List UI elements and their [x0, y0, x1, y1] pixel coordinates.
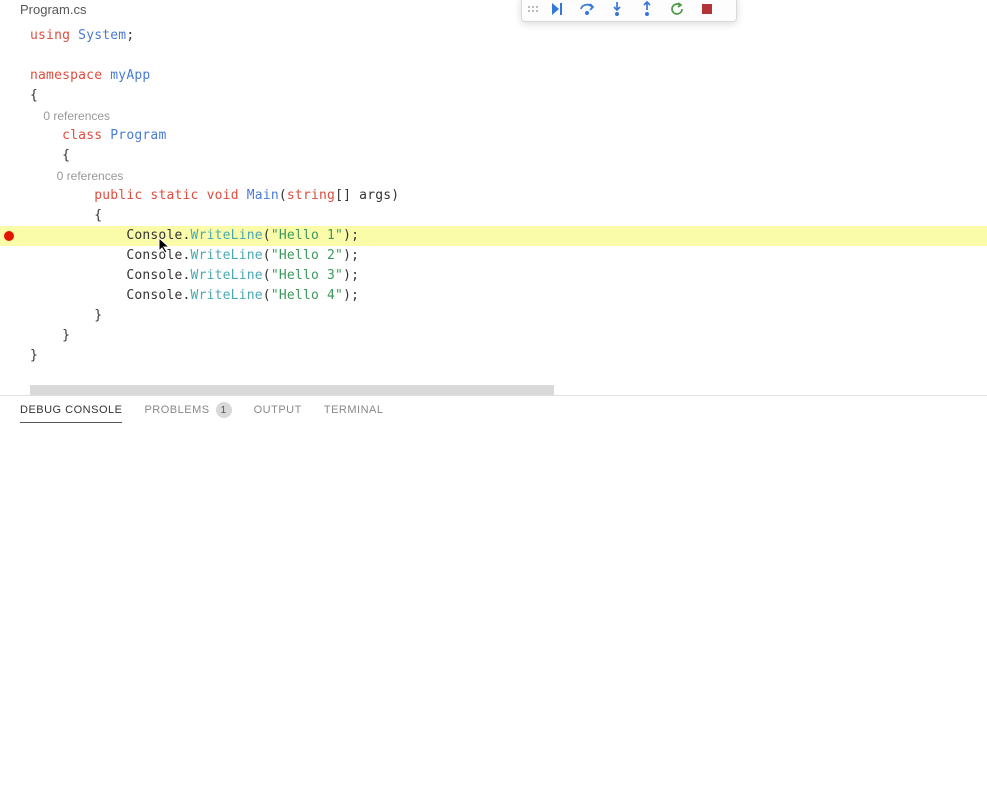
code-token: Console	[126, 288, 182, 303]
step-into-icon	[609, 1, 625, 17]
code-token: {	[62, 148, 70, 163]
code-token: Console	[126, 268, 182, 283]
code-token: }	[94, 308, 102, 323]
code-token: (	[263, 248, 271, 263]
code-token: Console	[126, 248, 182, 263]
code-token: .	[183, 248, 191, 263]
code-token: static	[150, 188, 198, 203]
code-token: "Hello 1"	[271, 228, 343, 243]
code-token: myApp	[110, 68, 150, 83]
breakpoint-icon[interactable]	[4, 231, 14, 241]
code-token: }	[30, 348, 38, 363]
code-token: Console	[126, 228, 182, 243]
code-token: "Hello 2"	[271, 248, 343, 263]
code-token: (	[279, 188, 287, 203]
drag-handle-icon[interactable]	[526, 2, 540, 16]
problems-count-badge: 1	[216, 402, 232, 418]
horizontal-scrollbar[interactable]	[30, 385, 554, 395]
code-token: .	[183, 288, 191, 303]
code-token: );	[343, 248, 359, 263]
tab-debug-console[interactable]: DEBUG CONSOLE	[20, 404, 122, 423]
code-token: WriteLine	[191, 268, 263, 283]
code-token: "Hello 4"	[271, 288, 343, 303]
code-token: args	[351, 188, 391, 203]
code-token: class	[62, 128, 102, 143]
code-token: void	[207, 188, 239, 203]
tab-output[interactable]: OUTPUT	[254, 404, 302, 422]
play-icon	[549, 1, 565, 17]
restart-icon	[669, 1, 685, 17]
code-token: );	[343, 288, 359, 303]
code-token: );	[343, 228, 359, 243]
code-token: {	[30, 88, 38, 103]
code-token: (	[263, 228, 271, 243]
tab-problems[interactable]: PROBLEMS 1	[144, 402, 231, 424]
code-token: using	[30, 28, 70, 43]
code-token: );	[343, 268, 359, 283]
code-token: public	[94, 188, 142, 203]
code-token: )	[391, 188, 399, 203]
code-token: string	[287, 188, 335, 203]
code-token: (	[263, 268, 271, 283]
current-execution-line: Console.WriteLine("Hello 1");	[0, 226, 987, 246]
code-token: .	[183, 228, 191, 243]
code-token: {	[94, 208, 102, 223]
code-token: .	[183, 268, 191, 283]
code-token: WriteLine	[191, 228, 263, 243]
code-token: (	[263, 288, 271, 303]
code-token: }	[62, 328, 70, 343]
code-token: Program	[110, 128, 166, 143]
code-token: WriteLine	[191, 248, 263, 263]
code-token: WriteLine	[191, 288, 263, 303]
code-token: namespace	[30, 68, 102, 83]
filename-tab[interactable]: Program.cs	[0, 0, 987, 18]
code-token: []	[335, 188, 351, 203]
stop-icon	[699, 1, 715, 17]
code-editor[interactable]: using System; namespace myApp { 0 refere…	[0, 18, 987, 366]
code-token: ;	[126, 28, 134, 43]
tab-problems-label: PROBLEMS	[144, 404, 209, 416]
codelens[interactable]: 0 references	[43, 109, 110, 123]
code-token: Main	[247, 188, 279, 203]
bottom-panel: DEBUG CONSOLE PROBLEMS 1 OUTPUT TERMINAL	[0, 395, 987, 811]
tab-terminal[interactable]: TERMINAL	[324, 404, 384, 422]
editor-area: Program.cs using System; namespace myApp…	[0, 0, 987, 395]
code-token: "Hello 3"	[271, 268, 343, 283]
codelens[interactable]: 0 references	[57, 169, 124, 183]
code-token: System	[78, 28, 126, 43]
step-over-icon	[579, 1, 595, 17]
panel-tabs: DEBUG CONSOLE PROBLEMS 1 OUTPUT TERMINAL	[0, 396, 987, 424]
step-out-icon	[639, 1, 655, 17]
